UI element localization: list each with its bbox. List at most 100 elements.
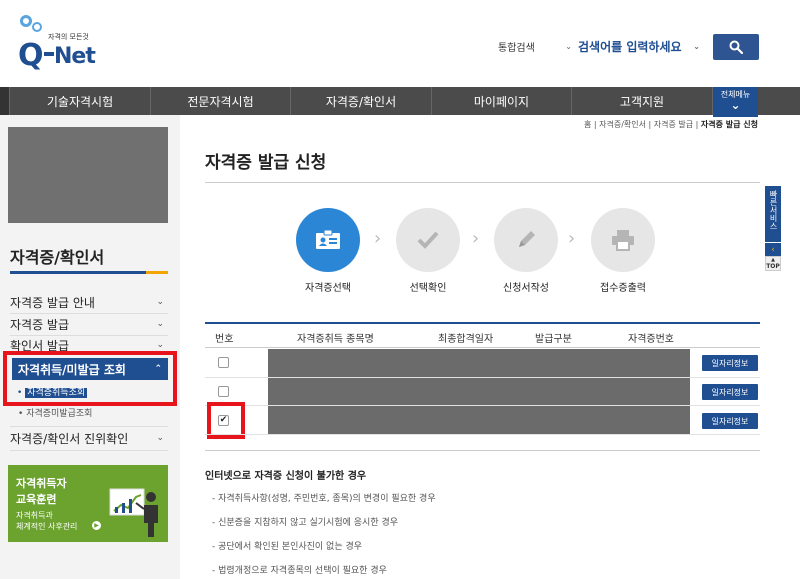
sidebar-item-verify[interactable]: 자격증/확인서 진위확인 ⌄ <box>10 428 168 448</box>
breadcrumb-current: 자격증 발급 신청 <box>700 120 758 129</box>
sidebar-item-label: 자격증/확인서 진위확인 <box>10 431 129 446</box>
table-row-divider <box>205 434 760 435</box>
table-row-divider <box>205 377 760 378</box>
sidebar-item-issue-guide[interactable]: 자격증 발급 안내 ⌄ <box>10 292 168 312</box>
sidebar-subitem-not-issued[interactable]: • 자격증미발급조회 <box>18 406 92 419</box>
scroll-top-button[interactable]: ▲ TOP <box>765 256 781 271</box>
check-icon <box>417 231 439 249</box>
top-label: TOP <box>766 262 780 270</box>
nav-item-pro-exam[interactable]: 전문자격시험 <box>151 87 291 115</box>
nav-item-support[interactable]: 고객지원 <box>572 87 713 115</box>
redacted-row-data <box>268 349 690 434</box>
divider <box>205 450 760 451</box>
sidebar-item-label: 자격증 발급 안내 <box>10 295 95 310</box>
breadcrumb-home[interactable]: 홈 <box>584 120 591 129</box>
sidebar-item-label: 자격증 발급 <box>10 317 70 332</box>
all-menu-button[interactable]: 전체메뉴 ⌄ <box>713 87 758 117</box>
step-write <box>494 208 558 272</box>
chevron-down-icon: ⌄ <box>156 340 164 350</box>
breadcrumb-separator: | <box>695 120 699 129</box>
search-category-select[interactable]: 통합검색 ⌄ <box>494 36 578 58</box>
logo-q: Q <box>18 38 44 73</box>
table-top-border <box>205 322 760 324</box>
step-print <box>591 208 655 272</box>
divider <box>10 450 168 451</box>
printer-icon <box>612 230 634 251</box>
chevron-right-icon: › <box>568 228 576 249</box>
breadcrumb-separator: | <box>593 120 597 129</box>
column-header: 발급구분 <box>535 334 572 345</box>
nav-item-certificate[interactable]: 자격증/확인서 <box>291 87 432 115</box>
chevron-right-icon: › <box>374 228 382 249</box>
chevron-right-icon: › <box>472 228 480 249</box>
logo-tagline: 자격의 모든것 <box>48 33 89 41</box>
chevron-left-icon[interactable]: ‹ <box>765 242 781 256</box>
banner-line2: 교육훈련 <box>16 493 57 506</box>
sidebar-item-issue[interactable]: 자격증 발급 ⌄ <box>10 314 168 334</box>
main-nav: 기술자격시험 전문자격시험 자격증/확인서 마이페이지 고객지원 전체메뉴 ⌄ <box>0 87 800 117</box>
job-info-button[interactable]: 일자리정보 <box>702 413 758 429</box>
step-label: 접수증출력 <box>600 283 646 294</box>
nav-item-mypage[interactable]: 마이페이지 <box>432 87 572 115</box>
logo-dash <box>44 52 54 56</box>
nav-left-edge <box>0 87 10 115</box>
sidebar-title-accent <box>146 271 168 274</box>
breadcrumb-item[interactable]: 자격증/확인서 <box>599 120 646 129</box>
row-checkbox[interactable] <box>218 386 229 397</box>
sidebar-title-underline <box>10 271 168 274</box>
play-icon: ▶ <box>92 521 101 530</box>
divider <box>10 426 168 427</box>
presenter-icon <box>109 488 158 537</box>
step-label: 신청서작성 <box>503 283 549 294</box>
pencil-icon <box>519 231 535 247</box>
highlight-box <box>3 351 177 406</box>
logo-net: Net <box>54 44 96 69</box>
banner-line4: 체계적인 사후관리 <box>16 522 78 531</box>
column-header: 자격증취득 종목명 <box>297 334 374 345</box>
notice-item: - 공단에서 확인된 본인사진이 없는 경우 <box>212 542 363 552</box>
row-checkbox[interactable] <box>218 357 229 368</box>
search-placeholder: 검색어를 입력하세요 <box>578 40 682 54</box>
sidebar-subitem-label: 자격증미발급조회 <box>26 409 93 419</box>
logo-bubble-icon <box>20 15 32 27</box>
id-card-icon <box>316 230 340 249</box>
search-button[interactable] <box>713 34 759 60</box>
divider <box>205 182 760 183</box>
banner-line3: 자격취득과 <box>16 511 53 520</box>
notice-item: - 법령개정으로 자격종목의 선택이 필요한 경우 <box>212 566 387 576</box>
qnet-logo[interactable]: 자격의 모든것 Q Net <box>8 12 98 73</box>
job-info-button[interactable]: 일자리정보 <box>702 384 758 400</box>
divider <box>205 347 760 348</box>
chevron-down-icon: ⌄ <box>693 42 700 51</box>
page-title: 자격증 발급 신청 <box>205 153 327 173</box>
search-bar: 통합검색 ⌄ 검색어를 입력하세요 ⌄ <box>494 35 704 58</box>
chevron-down-icon: ⌄ <box>156 433 164 443</box>
breadcrumb: 홈 | 자격증/확인서 | 자격증 발급 | 자격증 발급 신청 <box>584 119 758 130</box>
step-label: 자격증선택 <box>305 283 351 294</box>
education-banner[interactable]: 자격취득자 교육훈련 자격취득과 체계적인 사후관리 ▶ <box>8 465 168 542</box>
table-row-divider <box>205 405 760 406</box>
nav-right-edge <box>758 87 800 115</box>
column-header: 자격증번호 <box>628 334 674 345</box>
breadcrumb-item[interactable]: 자격증 발급 <box>654 120 693 129</box>
search-category-label: 통합검색 <box>498 43 535 54</box>
chevron-down-icon: ⌄ <box>565 42 572 51</box>
chevron-down-icon: ⌄ <box>156 319 164 329</box>
chevron-down-icon: ⌄ <box>156 297 164 307</box>
banner-line1: 자격취득자 <box>16 477 67 490</box>
column-header: 최종합격일자 <box>438 334 494 345</box>
nav-item-tech-exam[interactable]: 기술자격시험 <box>10 87 151 115</box>
step-select <box>296 208 360 272</box>
chevron-down-icon: ⌄ <box>730 98 741 112</box>
notice-item: - 신분증을 지참하지 않고 실기시험에 응시한 경우 <box>212 518 399 528</box>
job-info-button[interactable]: 일자리정보 <box>702 355 758 371</box>
search-input[interactable]: 검색어를 입력하세요 ⌄ <box>578 36 704 58</box>
logo-bubble-icon <box>32 22 42 32</box>
sidebar-banner-image <box>8 127 168 223</box>
breadcrumb-separator: | <box>648 120 652 129</box>
notice-title: 인터넷으로 자격증 신청이 불가한 경우 <box>205 471 367 482</box>
notice-item: - 자격취득사항(성명, 주민번호, 종목)의 변경이 필요한 경우 <box>212 494 436 504</box>
sidebar-title: 자격증/확인서 <box>10 248 105 267</box>
quick-service-label: 빠른서비스 <box>769 190 778 230</box>
bullet-icon: • <box>18 409 24 419</box>
